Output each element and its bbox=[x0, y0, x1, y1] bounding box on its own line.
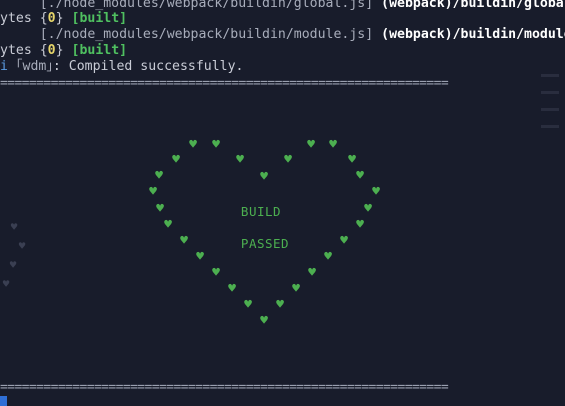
faded-heart-icon: ♥ bbox=[9, 258, 17, 272]
log-line-compiled: i ｢wdm｣: Compiled successfully. bbox=[0, 59, 243, 75]
heart-icon: ♥ bbox=[172, 152, 180, 168]
module-tag: (webpack)/buildin/module bbox=[381, 27, 565, 42]
wdm-label: ｢wdm｣ bbox=[15, 59, 53, 74]
compiled-message: : Compiled successfully. bbox=[52, 59, 244, 74]
heart-icon: ♥ bbox=[340, 233, 348, 249]
heart-icon: ♥ bbox=[276, 297, 284, 313]
background-window-ghost bbox=[535, 60, 565, 160]
log-line-built: ytes {0} [built] bbox=[0, 43, 128, 58]
module-tag: (webpack)/buildin/global. bbox=[381, 0, 565, 11]
heart-icon: ♥ bbox=[260, 313, 268, 329]
built-status: [built] bbox=[71, 43, 128, 58]
heart-icon: ♥ bbox=[324, 249, 332, 265]
banner-passed-label: PASSED bbox=[240, 236, 290, 251]
heart-icon: ♥ bbox=[284, 152, 292, 168]
heart-icon: ♥ bbox=[196, 249, 204, 265]
faded-heart-icon: ♥ bbox=[2, 277, 10, 291]
heart-icon: ♥ bbox=[149, 184, 157, 200]
heart-icon: ♥ bbox=[156, 201, 164, 217]
log-line-built: ytes {0} [built] bbox=[0, 11, 128, 26]
heart-icon: ♥ bbox=[372, 184, 380, 200]
heart-icon: ♥ bbox=[180, 233, 188, 249]
heart-icon: ♥ bbox=[348, 152, 356, 168]
module-path: [./node_modules/webpack/buildin/global.j… bbox=[39, 0, 374, 11]
heart-icon: ♥ bbox=[356, 217, 364, 233]
separator-top: ========================================… bbox=[0, 76, 449, 91]
heart-icon: ♥ bbox=[189, 137, 197, 153]
heart-icon: ♥ bbox=[212, 265, 220, 281]
terminal-window: { "terminal": { "lines": [ {"prefix": " … bbox=[0, 0, 565, 406]
chunk-id: 0 bbox=[47, 43, 56, 58]
heart-icon: ♥ bbox=[228, 281, 236, 297]
separator-bottom: ========================================… bbox=[0, 380, 449, 395]
faded-heart-icon: ♥ bbox=[18, 239, 26, 253]
heart-icon: ♥ bbox=[356, 168, 364, 184]
terminal-cursor bbox=[0, 396, 7, 406]
chunk-id: 0 bbox=[47, 11, 56, 26]
heart-icon: ♥ bbox=[260, 169, 268, 185]
heart-icon: ♥ bbox=[292, 281, 300, 297]
module-path: [./node_modules/webpack/buildin/module.j… bbox=[39, 27, 374, 42]
log-line-module: [./node_modules/webpack/buildin/module.j… bbox=[0, 27, 565, 43]
heart-icon: ♥ bbox=[164, 217, 172, 233]
heart-icon: ♥ bbox=[307, 137, 315, 153]
heart-icon: ♥ bbox=[364, 201, 372, 217]
info-icon: i bbox=[0, 59, 8, 74]
heart-icon: ♥ bbox=[236, 152, 244, 168]
heart-icon: ♥ bbox=[155, 168, 163, 184]
heart-icon: ♥ bbox=[308, 265, 316, 281]
built-status: [built] bbox=[71, 11, 128, 26]
banner-build-label: BUILD bbox=[240, 204, 282, 219]
faded-heart-icon: ♥ bbox=[10, 220, 18, 234]
heart-icon: ♥ bbox=[212, 137, 220, 153]
heart-icon: ♥ bbox=[244, 297, 252, 313]
heart-icon: ♥ bbox=[329, 137, 337, 153]
